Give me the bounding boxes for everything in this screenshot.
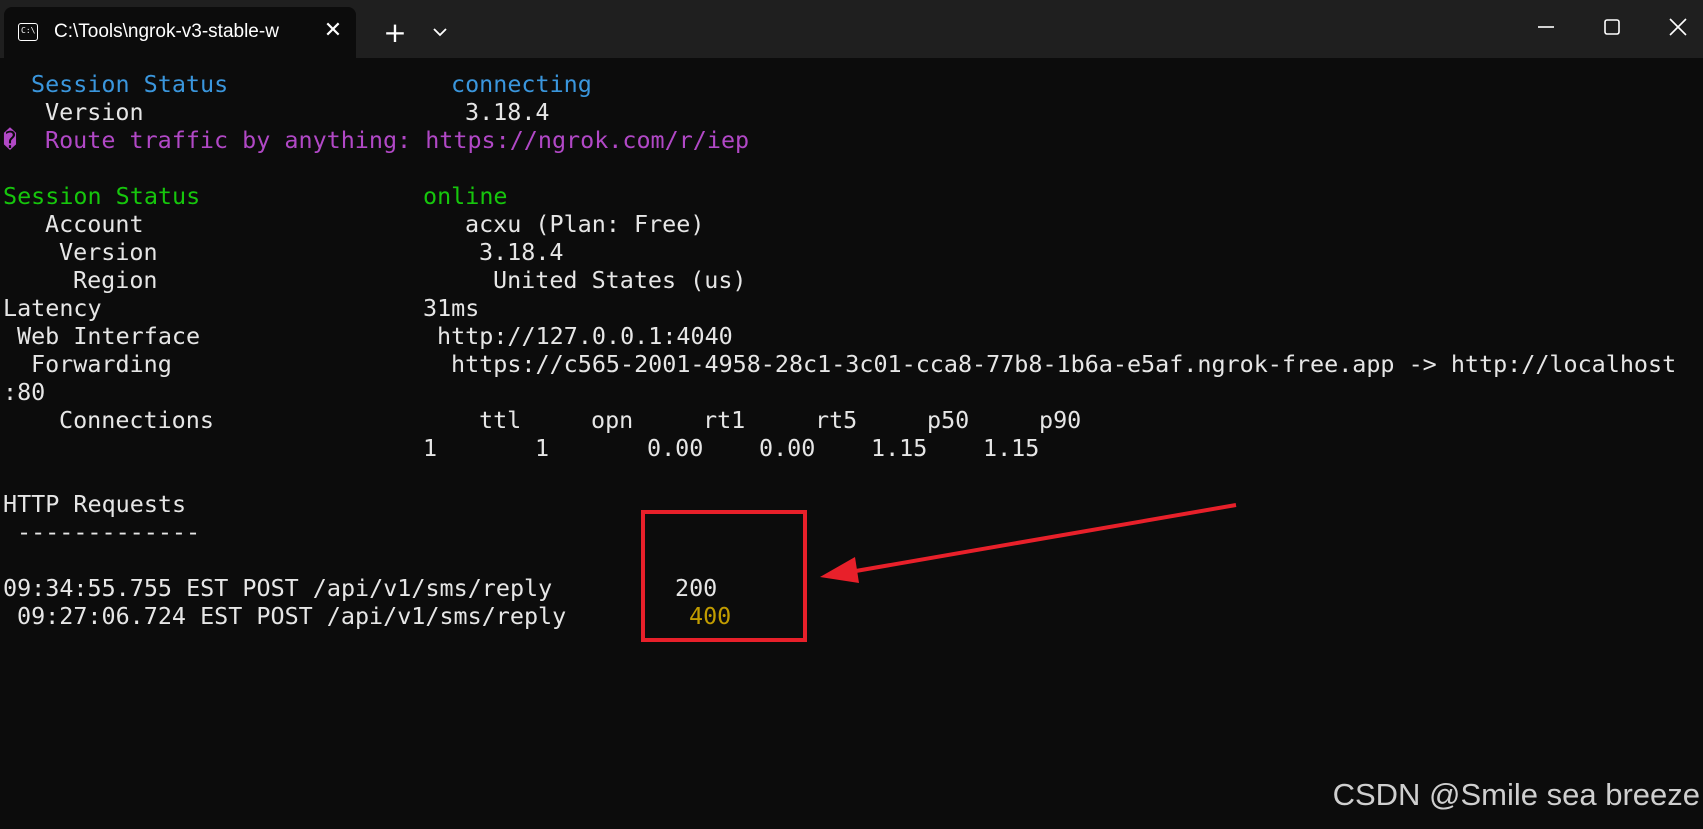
connections-header-p90: p90 [1039, 406, 1082, 434]
forwarding-label: Forwarding [31, 350, 172, 378]
tab-dropdown-button[interactable] [428, 20, 452, 44]
account-value: acxu (Plan: Free) [465, 210, 705, 238]
region-label: Region [73, 266, 158, 294]
close-tab-button[interactable]: ✕ [322, 20, 344, 42]
watermark: CSDN @Smile sea breeze [1332, 777, 1700, 812]
latency-label: Latency [3, 294, 102, 322]
terminal-output[interactable] [0, 58, 1703, 829]
minimize-icon [1538, 26, 1554, 28]
annotation-arrow-icon [820, 503, 1237, 583]
terminal-icon: C:\ [18, 23, 38, 41]
connections-header-rt5: rt5 [815, 406, 858, 434]
web-interface-value: http://127.0.0.1:4040 [437, 322, 733, 350]
region-value: United States (us) [493, 266, 747, 294]
http-requests-rule: ------------- [17, 518, 201, 546]
header-status-value: connecting [451, 70, 592, 98]
version-value: 3.18.4 [479, 238, 564, 266]
annotation-highlight-box [641, 510, 807, 642]
request-entry: 09:34:55.755 EST POST /api/v1/sms/reply [3, 574, 553, 602]
tab-title: C:\Tools\ngrok-v3-stable-w [54, 21, 279, 42]
request-entry: 09:27:06.724 EST POST /api/v1/sms/reply [17, 602, 567, 630]
http-requests-title: HTTP Requests [3, 490, 187, 518]
latency-value: 31ms [423, 294, 480, 322]
forwarding-value: https://c565-2001-4958-28c1-3c01-cca8-77… [451, 350, 1677, 378]
close-window-button[interactable] [1646, 0, 1703, 54]
minimize-button[interactable] [1514, 0, 1578, 54]
maximize-icon [1604, 19, 1620, 35]
version-label: Version [59, 238, 158, 266]
connections-value-p90: 1.15 [983, 434, 1040, 462]
session-status-label: Session Status [3, 182, 201, 210]
header-version-label: Version [45, 98, 144, 126]
new-tab-button[interactable]: + [382, 19, 408, 47]
connections-label: Connections [59, 406, 214, 434]
connections-header-p50: p50 [927, 406, 970, 434]
account-label: Account [45, 210, 144, 238]
web-interface-label: Web Interface [17, 322, 201, 350]
terminal-tab[interactable]: C:\ C:\Tools\ngrok-v3-stable-w ✕ [4, 7, 356, 58]
connections-value-opn: 1 [535, 434, 550, 462]
connections-value-rt1: 0.00 [647, 434, 704, 462]
header-status-label: Session Status [31, 70, 229, 98]
chevron-down-icon [433, 28, 447, 37]
maximize-button[interactable] [1580, 0, 1644, 54]
session-status-value: online [423, 182, 508, 210]
connections-header-opn: opn [591, 406, 634, 434]
connections-value-p50: 1.15 [871, 434, 928, 462]
close-window-icon [1669, 18, 1687, 36]
title-bar: C:\ C:\Tools\ngrok-v3-stable-w ✕ + [0, 0, 1703, 58]
promo-symbol: � [3, 126, 18, 154]
connections-value-rt5: 0.00 [759, 434, 816, 462]
connections-header-ttl: ttl [479, 406, 522, 434]
connections-header-rt1: rt1 [703, 406, 746, 434]
forwarding-wrap: :80 [3, 378, 46, 406]
promo-text: Route traffic by anything: https://ngrok… [45, 126, 750, 154]
connections-value-ttl: 1 [423, 434, 438, 462]
header-version-value: 3.18.4 [465, 98, 550, 126]
